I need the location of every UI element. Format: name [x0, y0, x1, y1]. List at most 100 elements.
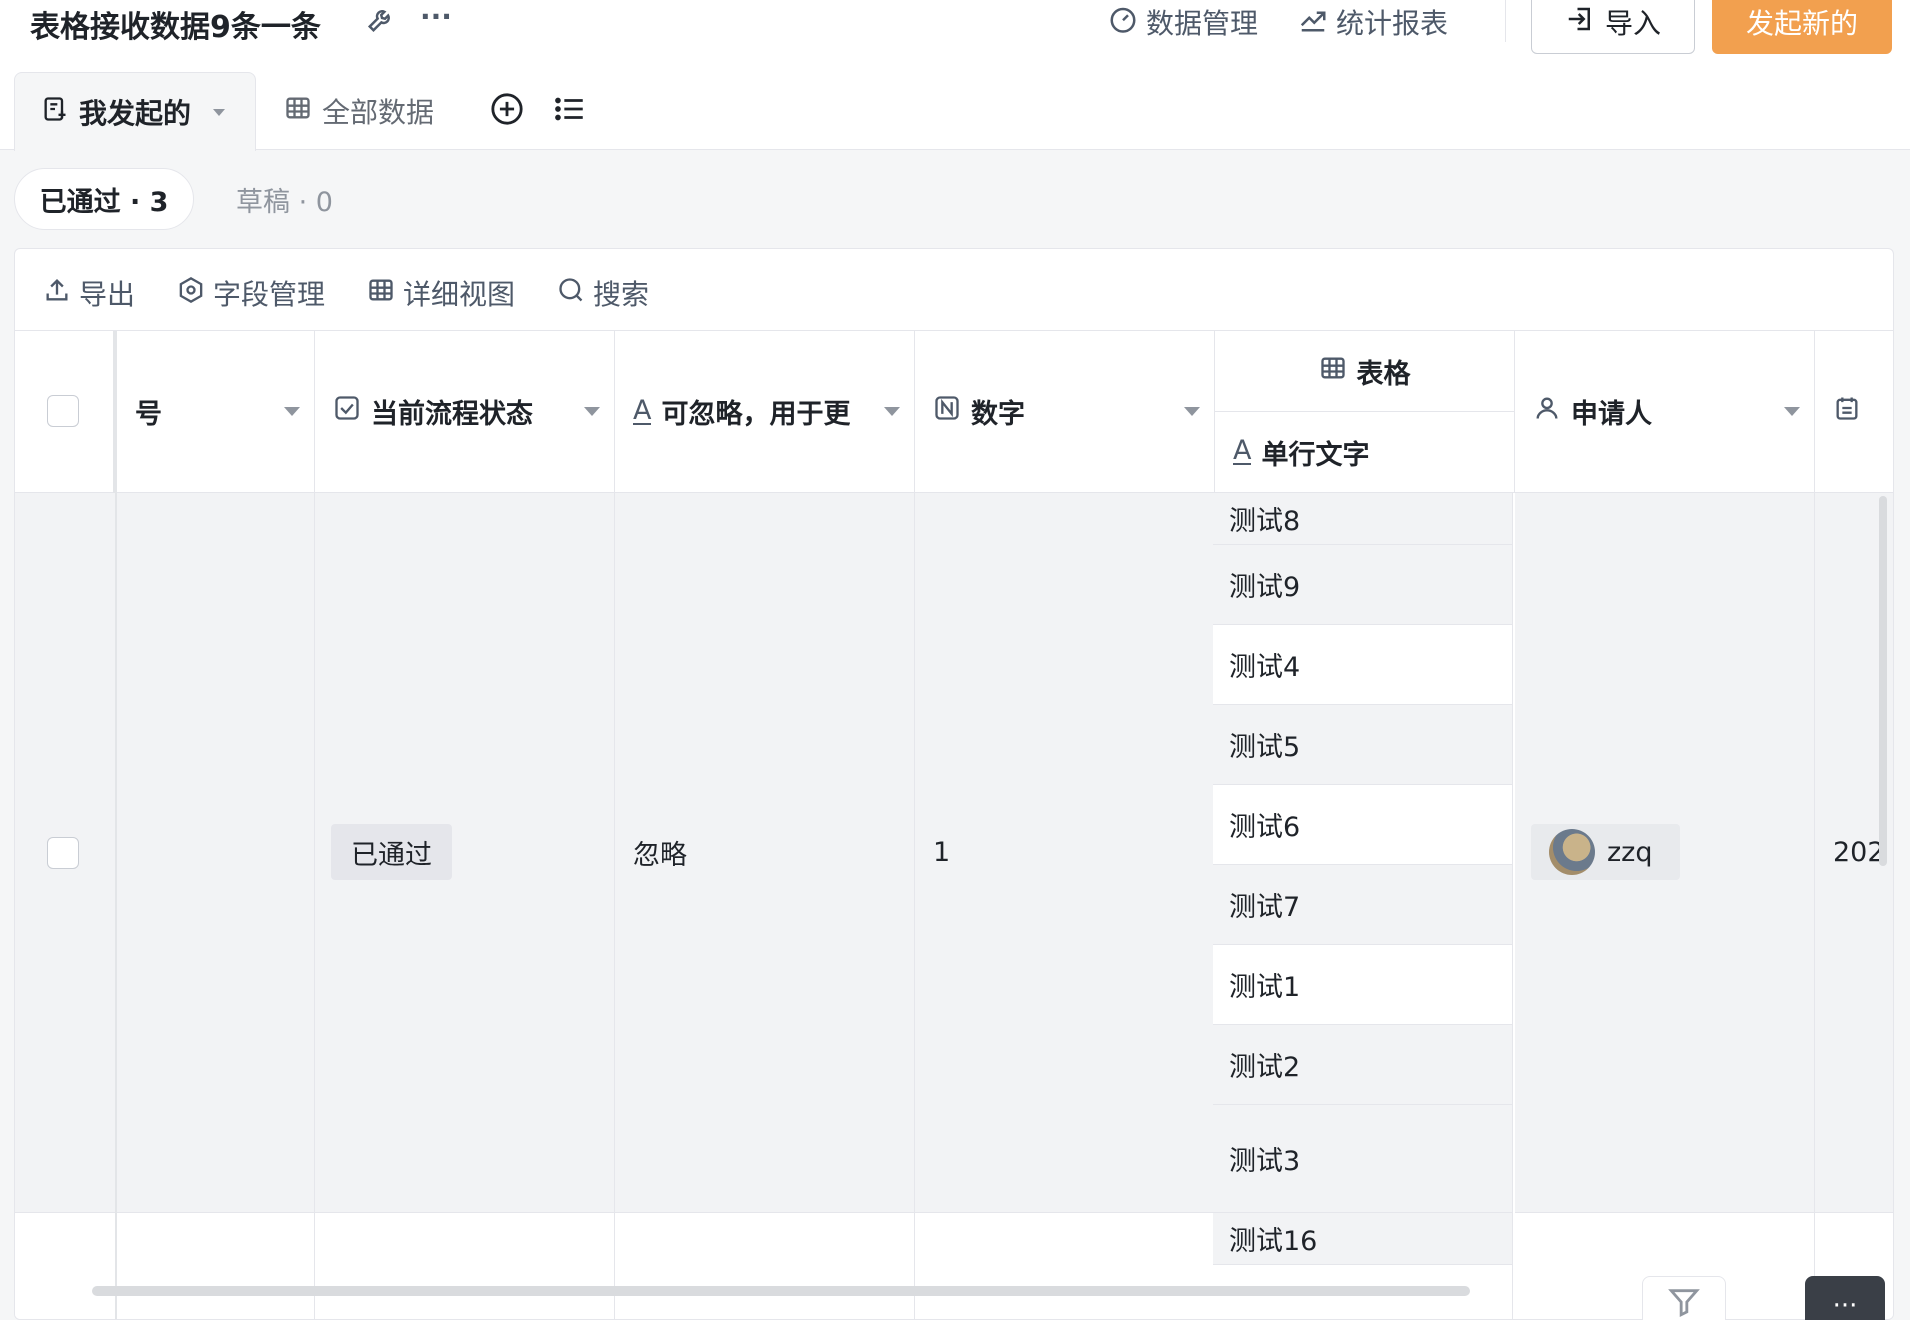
field-manage-button[interactable]: 字段管理: [177, 273, 325, 313]
tab-all-data[interactable]: 全部数据: [284, 72, 434, 150]
app-header: 表格接收数据9条一条 ··· 数据管理 统计报表 导入 发起新的: [0, 0, 1910, 72]
table-row-select-cell: [15, 493, 115, 1213]
tab-all-data-label: 全部数据: [322, 96, 435, 129]
sub-table-row[interactable]: 测试1: [1213, 945, 1513, 1025]
sub-table-row[interactable]: 测试5: [1213, 705, 1513, 785]
vertical-scrollbar[interactable]: [1879, 496, 1887, 866]
checkbox-field-icon: [333, 394, 361, 429]
export-button[interactable]: 导出: [43, 273, 135, 313]
stats-report-label: 统计报表: [1336, 7, 1449, 40]
sub-table-row[interactable]: 测试6: [1213, 785, 1513, 865]
ignorable-cell[interactable]: [615, 1213, 915, 1319]
select-all-checkbox[interactable]: [47, 395, 79, 427]
data-manage-label: 数据管理: [1146, 7, 1259, 40]
column-header-ignorable[interactable]: A 可忽略，用于更: [615, 331, 915, 493]
data-manage-link[interactable]: 数据管理: [1108, 2, 1258, 42]
upload-icon: [43, 276, 71, 311]
table-icon: [284, 94, 312, 129]
filter-passed[interactable]: 已通过 · 3: [14, 168, 194, 230]
sub-table-row[interactable]: 测试3: [1213, 1105, 1513, 1213]
column-applicant-label: 申请人: [1571, 399, 1652, 430]
sub-table-row[interactable]: 测试9: [1213, 545, 1513, 625]
more-icon: ···: [1832, 1291, 1858, 1320]
applicant-name: zzq: [1607, 836, 1653, 868]
more-icon[interactable]: ···: [420, 0, 452, 33]
person-icon: [1533, 394, 1561, 429]
settings-icon: [177, 276, 205, 311]
column-header-date[interactable]: [1815, 331, 1893, 493]
page-title: 表格接收数据9条一条: [30, 10, 321, 45]
tab-my-initiated-label: 我发起的: [79, 97, 192, 130]
detail-view-button[interactable]: 详细视图: [367, 273, 515, 313]
row-checkbox[interactable]: [47, 837, 79, 869]
import-button[interactable]: 导入: [1531, 0, 1695, 54]
filter-draft[interactable]: 草稿 · 0: [236, 168, 333, 230]
table-row-select-cell: [15, 1213, 115, 1319]
select-all-cell: [15, 331, 115, 493]
avatar: [1549, 829, 1595, 875]
caret-down-icon[interactable]: [1184, 407, 1200, 416]
data-grid: 号 当前流程状态 A 可忽略，用于更 数字 表格 A 单行文字 申请人 已通过 …: [15, 331, 1893, 1319]
detail-view-label: 详细视图: [403, 278, 516, 311]
table-icon: [1319, 354, 1347, 389]
more-float-button[interactable]: ···: [1805, 1276, 1885, 1320]
export-label: 导出: [79, 278, 136, 311]
caret-down-icon[interactable]: [584, 407, 600, 416]
sub-table-row[interactable]: 测试4: [1213, 625, 1513, 705]
caret-down-icon[interactable]: [213, 108, 226, 116]
tab-my-initiated[interactable]: 我发起的: [14, 72, 256, 151]
form-icon: [41, 95, 69, 130]
dashboard-icon: [1108, 4, 1138, 41]
column-header-table-group[interactable]: 表格: [1215, 331, 1515, 412]
caret-down-icon[interactable]: [1784, 407, 1800, 416]
status-cell[interactable]: [315, 1213, 615, 1319]
column-table-group-label: 表格: [1356, 358, 1411, 390]
sub-table-row[interactable]: 测试7: [1213, 865, 1513, 945]
sub-table-row[interactable]: 测试2: [1213, 1025, 1513, 1105]
sub-table-row[interactable]: 测试16: [1213, 1213, 1513, 1265]
field-manage-label: 字段管理: [213, 278, 326, 311]
number-field-icon: [933, 394, 961, 429]
sub-table-row[interactable]: 测试8: [1213, 493, 1513, 545]
column-header-single-line[interactable]: A 单行文字: [1215, 412, 1515, 493]
applicant-cell[interactable]: zzq: [1515, 493, 1815, 1213]
column-number-label: 数字: [971, 399, 1025, 430]
trend-icon: [1298, 4, 1328, 41]
caret-down-icon[interactable]: [284, 407, 300, 416]
table-icon: [367, 276, 395, 311]
serial-cell[interactable]: [117, 493, 315, 1213]
calendar-icon: [1833, 394, 1861, 429]
column-header-applicant[interactable]: 申请人: [1515, 331, 1815, 493]
status-cell[interactable]: 已通过: [315, 493, 615, 1213]
number-cell[interactable]: 1: [915, 493, 1215, 1213]
header-divider: [1505, 0, 1506, 42]
search-label: 搜索: [593, 278, 650, 311]
new-button[interactable]: 发起新的: [1712, 0, 1892, 54]
view-tab-bar: 我发起的 全部数据: [0, 72, 1910, 151]
column-header-number[interactable]: 数字: [915, 331, 1215, 493]
import-label: 导入: [1604, 7, 1661, 40]
add-view-icon[interactable]: [490, 92, 524, 134]
search-icon: [557, 276, 585, 311]
user-chip[interactable]: zzq: [1531, 824, 1681, 880]
column-single-line-label: 单行文字: [1261, 439, 1370, 471]
search-button[interactable]: 搜索: [557, 273, 649, 313]
ignorable-cell[interactable]: 忽略: [615, 493, 915, 1213]
serial-cell[interactable]: [117, 1213, 315, 1319]
caret-down-icon[interactable]: [884, 407, 900, 416]
status-badge: 已通过: [331, 824, 452, 880]
list-icon[interactable]: [552, 92, 588, 134]
data-panel: 导出 字段管理 详细视图 搜索 号 当前流程状态 A 可忽略，用于更 数字 表格…: [14, 248, 1894, 1320]
filter-float-button[interactable]: [1642, 1276, 1726, 1320]
text-field-icon: A: [1233, 435, 1252, 466]
stats-report-link[interactable]: 统计报表: [1298, 2, 1448, 42]
wrench-icon[interactable]: [366, 4, 396, 41]
column-header-status[interactable]: 当前流程状态: [315, 331, 615, 493]
text-field-icon: A: [633, 394, 652, 426]
import-icon: [1565, 4, 1595, 41]
filter-icon: [1667, 1285, 1701, 1320]
horizontal-scrollbar[interactable]: [92, 1286, 1470, 1296]
column-header-serial[interactable]: 号: [117, 331, 315, 493]
number-cell[interactable]: [915, 1213, 1215, 1319]
column-ignorable-label: 可忽略，用于更: [661, 399, 851, 430]
